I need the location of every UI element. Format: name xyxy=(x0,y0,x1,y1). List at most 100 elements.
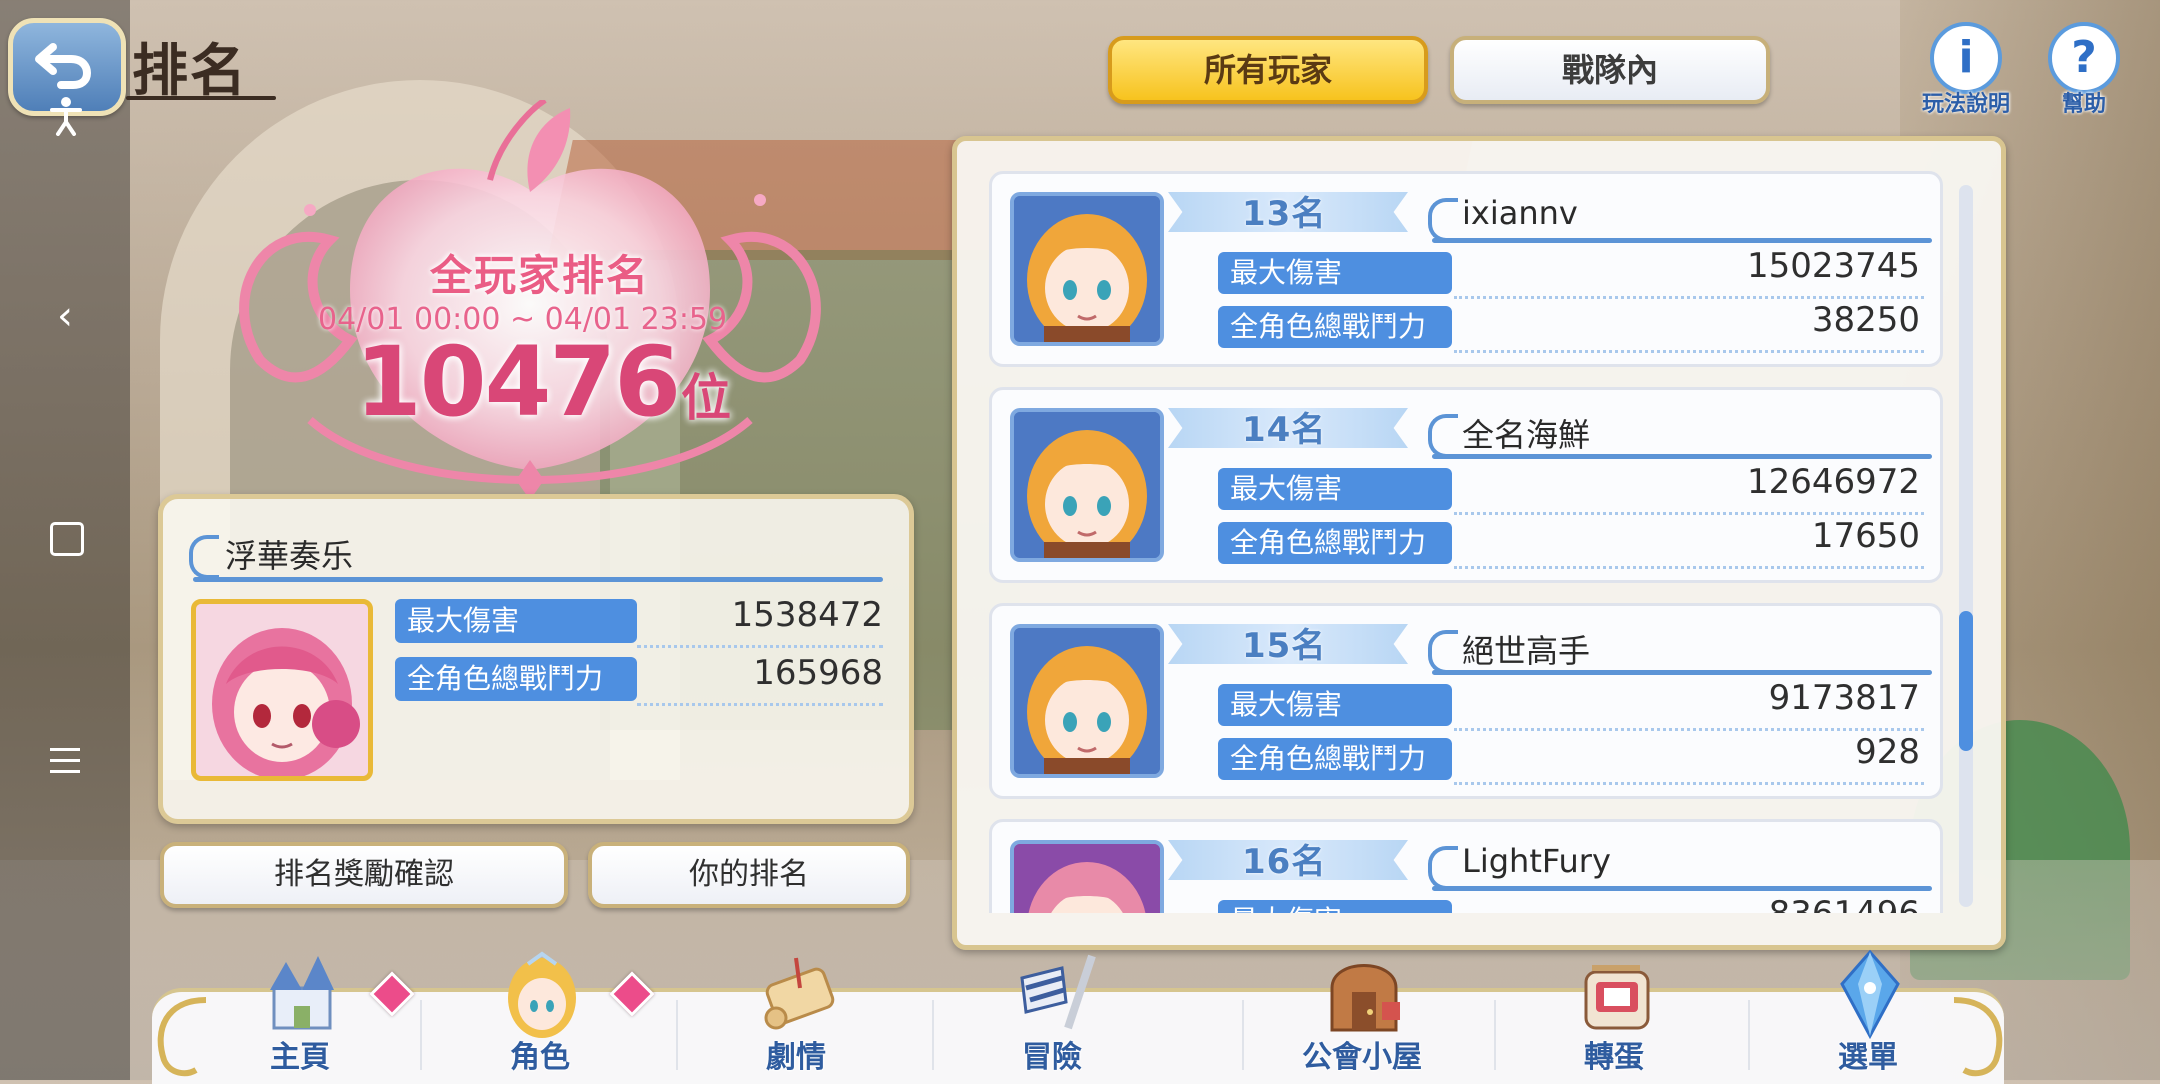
return-arrow-icon xyxy=(35,43,92,89)
ranking-list-panel: 13名 ixiannv 最大傷害 15023745 全角色總戰鬥力 38250 14名 全名海… xyxy=(952,136,2006,950)
menu-item-gacha[interactable]: 轉蛋 xyxy=(1524,948,1704,1080)
player-name: 絕世高手 xyxy=(1462,632,1591,670)
total-power-label: 全角色總戰鬥力 xyxy=(1218,306,1452,348)
accessibility-icon[interactable] xyxy=(48,96,84,136)
dotted-divider xyxy=(1454,728,1924,731)
question-icon: ? xyxy=(2048,22,2120,94)
player-avatar[interactable] xyxy=(1010,624,1164,778)
dotted-divider xyxy=(637,703,883,706)
system-back-icon[interactable]: ‹ xyxy=(35,286,95,346)
rank-suffix: 位 xyxy=(680,369,731,427)
player-avatar[interactable] xyxy=(1010,408,1164,562)
name-hook-icon xyxy=(189,535,219,579)
menu-item-label: 選單 xyxy=(1838,1040,1898,1075)
menu-item-label: 劇情 xyxy=(766,1040,826,1075)
dotted-divider xyxy=(1454,782,1924,785)
name-divider xyxy=(1432,886,1932,891)
help-label: 幫助 xyxy=(2061,92,2106,117)
name-divider xyxy=(1432,670,1932,675)
total-power-label: 全角色總戰鬥力 xyxy=(395,657,637,701)
flag-sword-icon xyxy=(1020,954,1096,1030)
dotted-divider xyxy=(1454,512,1924,515)
menu-ornament-left xyxy=(157,997,207,1077)
total-power-label: 全角色總戰鬥力 xyxy=(1218,522,1452,564)
castle-icon xyxy=(270,956,334,1030)
total-power-value: 928 xyxy=(1855,732,1920,772)
dotted-divider xyxy=(1454,350,1924,353)
character-portrait-icon xyxy=(1014,412,1160,558)
ranking-row[interactable]: 15名 絕世高手 最大傷害 9173817 全角色總戰鬥力 928 xyxy=(989,603,1943,799)
gacha-icon xyxy=(1584,965,1650,1030)
menu-item-label: 主頁 xyxy=(270,1040,330,1075)
dotted-divider xyxy=(1454,296,1924,299)
player-avatar[interactable] xyxy=(1010,840,1164,913)
menu-item-label: 轉蛋 xyxy=(1584,1040,1644,1075)
menu-separator xyxy=(1242,1000,1244,1070)
rank-position: 16名 xyxy=(1242,842,1327,882)
total-power-label: 全角色總戰鬥力 xyxy=(1218,738,1452,780)
max-damage-value: 15023745 xyxy=(1746,246,1920,286)
my-avatar[interactable] xyxy=(191,599,373,781)
dotted-divider xyxy=(637,645,883,648)
ranking-row[interactable]: 14名 全名海鮮 最大傷害 12646972 全角色總戰鬥力 17650 xyxy=(989,387,1943,583)
rank-value: 10476 xyxy=(355,326,681,438)
ranking-row[interactable]: 13名 ixiannv 最大傷害 15023745 全角色總戰鬥力 38250 xyxy=(989,171,1943,367)
tab-clan[interactable]: 戰隊內 xyxy=(1450,36,1770,104)
character-portrait-icon xyxy=(1014,844,1160,913)
menu-item-label: 冒險 xyxy=(1022,1040,1082,1075)
ranking-scroll-thumb[interactable] xyxy=(1959,611,1973,751)
max-damage-value: 1538472 xyxy=(731,595,883,635)
reward-confirm-button[interactable]: 排名獎勵確認 xyxy=(160,842,568,908)
system-recents-icon[interactable] xyxy=(50,748,80,781)
page-title: 排名 xyxy=(132,39,248,104)
house-door-icon xyxy=(1330,964,1400,1032)
name-divider xyxy=(1432,454,1932,459)
tab-all-players[interactable]: 所有玩家 xyxy=(1108,36,1428,104)
how-to-play-label: 玩法說明 xyxy=(1921,92,2010,117)
max-damage-label: 最大傷害 xyxy=(1218,252,1452,294)
rank-position: 15名 xyxy=(1242,626,1327,666)
menu-item-home[interactable]: 主頁 xyxy=(210,948,390,1080)
dotted-divider xyxy=(1454,566,1924,569)
menu-separator xyxy=(1494,1000,1496,1070)
max-damage-label: 最大傷害 xyxy=(1218,468,1452,510)
max-damage-value: 12646972 xyxy=(1746,462,1920,502)
name-hook-icon xyxy=(1428,414,1458,458)
character-icon xyxy=(508,951,576,1038)
total-power-value: 17650 xyxy=(1811,516,1920,556)
menu-separator xyxy=(676,1000,678,1070)
crystal-icon xyxy=(1840,949,1900,1040)
your-rank-button[interactable]: 你的排名 xyxy=(588,842,910,908)
menu-item-adventure[interactable]: 冒險 xyxy=(962,948,1142,1080)
ranking-row[interactable]: 16名LightFury最大傷害8361496全角色總戰鬥力 xyxy=(989,819,1943,913)
how-to-play-button[interactable]: i 玩法說明 xyxy=(1918,22,2014,118)
max-damage-value: 8361496 xyxy=(1612,894,1920,913)
ranking-scrollbar[interactable] xyxy=(1959,185,1973,907)
menu-item-label: 公會小屋 xyxy=(1302,1040,1422,1075)
player-name: LightFury xyxy=(1462,842,1611,880)
info-icon: i xyxy=(1930,22,2002,94)
player-name: ixiannv xyxy=(1462,194,1578,232)
character-portrait-icon xyxy=(1014,196,1160,342)
max-damage-label: 最大傷害 xyxy=(1218,684,1452,726)
menu-item-menu[interactable]: 選單 xyxy=(1778,948,1958,1080)
pink-hair-character-icon xyxy=(196,604,368,776)
ranking-list[interactable]: 13名 ixiannv 最大傷害 15023745 全角色總戰鬥力 38250 14名 全名海… xyxy=(989,171,1947,913)
my-rank-number: 10476位 xyxy=(355,326,731,438)
my-player-name: 浮華奏乐 xyxy=(225,537,354,575)
system-home-icon[interactable] xyxy=(50,522,84,556)
menu-item-story[interactable]: 劇情 xyxy=(706,948,886,1080)
menu-item-character[interactable]: 角色 xyxy=(450,948,630,1080)
my-ranking-card: 浮華奏乐 最大傷害 1538472 全角色總戰鬥力 165968 xyxy=(158,494,914,824)
name-divider xyxy=(193,577,883,582)
help-button[interactable]: ? 幫助 xyxy=(2036,22,2132,118)
max-damage-label: 最大傷害 xyxy=(1218,900,1452,913)
menu-separator xyxy=(932,1000,934,1070)
name-hook-icon xyxy=(1428,846,1458,890)
menu-item-guild-house[interactable]: 公會小屋 xyxy=(1272,948,1452,1080)
menu-separator xyxy=(1748,1000,1750,1070)
ranking-title: 全玩家排名 xyxy=(430,251,651,300)
player-avatar[interactable] xyxy=(1010,192,1164,346)
rank-position: 14名 xyxy=(1242,410,1327,450)
menu-separator xyxy=(420,1000,422,1070)
